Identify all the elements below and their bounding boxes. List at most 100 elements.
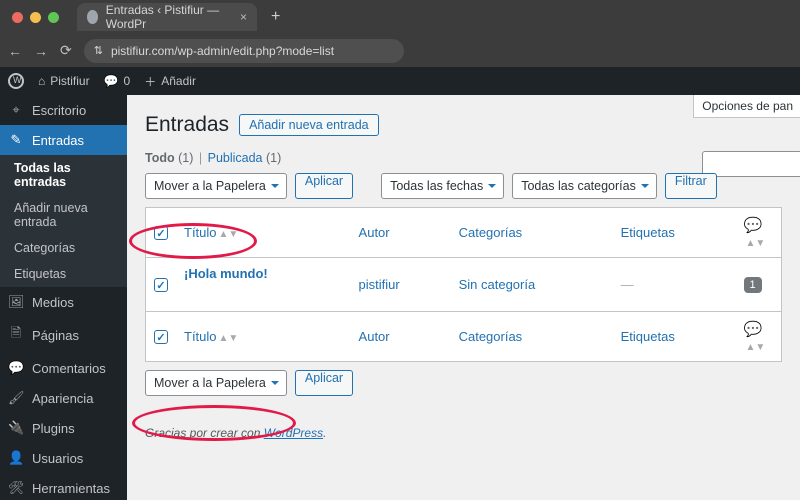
main-content: Opciones de pan Entradas Añadir nueva en… — [127, 95, 800, 500]
filter-all-count: (1) — [178, 151, 193, 165]
post-title-link[interactable]: ¡Hola mundo! — [184, 266, 268, 281]
sort-icon[interactable]: ▲▼ — [746, 342, 766, 353]
url-text: pistifiur.com/wp-admin/edit.php?mode=lis… — [111, 44, 334, 58]
sidebar-item-label: Escritorio — [32, 103, 86, 118]
sidebar-item-posts[interactable]: ✎ Entradas — [0, 125, 127, 155]
submenu-add-post[interactable]: Añadir nueva entrada — [0, 195, 127, 235]
comment-icon: 💬 — [744, 321, 763, 338]
bulk-action-select[interactable]: Mover a la Papelera — [145, 173, 287, 199]
home-icon: ⌂ — [38, 74, 45, 88]
reload-icon[interactable]: ⟳ — [60, 42, 72, 59]
submenu-categories[interactable]: Categorías — [0, 235, 127, 261]
col-categories[interactable]: Categorías — [451, 208, 613, 258]
filter-button[interactable]: Filtrar — [665, 173, 717, 199]
site-settings-icon[interactable]: ⇅ — [94, 44, 103, 57]
filter-published-count: (1) — [266, 151, 281, 165]
sidebar-item-comments[interactable]: 💬 Comentarios — [0, 353, 127, 383]
tab-close-icon[interactable]: × — [240, 10, 247, 24]
select-all-checkbox[interactable]: ✓ — [154, 226, 168, 240]
post-comments-count[interactable]: 1 — [744, 277, 762, 293]
window-close-icon[interactable] — [12, 12, 23, 23]
comment-icon: 💬 — [744, 217, 763, 234]
forward-icon[interactable]: → — [34, 43, 48, 59]
wrench-icon: 🛠 — [8, 480, 24, 496]
category-filter-select[interactable]: Todas las categorías — [512, 173, 657, 199]
page-icon: 🗎 — [8, 324, 24, 346]
browser-toolbar: ← → ⟳ ⇅ pistifiur.com/wp-admin/edit.php?… — [0, 34, 800, 67]
post-tags-value: — — [621, 277, 634, 292]
admin-sidebar: ⌖ Escritorio ✎ Entradas Todas las entradas… — [0, 95, 127, 500]
col-author[interactable]: Autor — [351, 208, 451, 258]
pin-icon: ✎ — [8, 132, 24, 148]
comments-count: 0 — [124, 74, 131, 88]
col-title: Título▲▼ — [176, 208, 351, 258]
media-icon: 🖼 — [8, 294, 24, 310]
post-status-filter: Todo (1) | Publicada (1) — [145, 151, 782, 165]
sidebar-item-media[interactable]: 🖼 Medios — [0, 287, 127, 317]
date-filter-select[interactable]: Todas las fechas — [381, 173, 504, 199]
site-name-text: Pistifiur — [50, 74, 89, 88]
sort-icon[interactable]: ▲▼ — [219, 229, 239, 240]
wp-logo[interactable] — [8, 73, 24, 89]
add-new-link[interactable]: ＋ Añadir — [144, 73, 196, 90]
submenu-tags[interactable]: Etiquetas — [0, 261, 127, 287]
browser-chrome: Entradas ‹ Pistifiur — WordPr × + ← → ⟳ … — [0, 0, 800, 67]
apply-bulk-action-button-bottom[interactable]: Aplicar — [295, 370, 353, 396]
sidebar-item-label: Usuarios — [32, 451, 83, 466]
back-icon[interactable]: ← — [8, 43, 22, 59]
tablenav-bottom: Mover a la Papelera Aplicar — [145, 370, 782, 396]
sidebar-item-label: Entradas — [32, 133, 84, 148]
wordpress-icon — [8, 73, 24, 89]
window-minimize-icon[interactable] — [30, 12, 41, 23]
posts-table: ✓ Título▲▼ Autor Categorías Etiquetas 💬 ▲… — [145, 207, 782, 362]
sort-icon[interactable]: ▲▼ — [219, 333, 239, 344]
address-bar[interactable]: ⇅ pistifiur.com/wp-admin/edit.php?mode=l… — [84, 39, 404, 63]
comments-icon: 💬 — [8, 360, 24, 376]
add-new-label: Añadir — [161, 74, 196, 88]
screen-options-tab[interactable]: Opciones de pan — [693, 95, 800, 118]
sidebar-submenu-posts: Todas las entradas Añadir nueva entrada … — [0, 155, 127, 287]
post-category-link[interactable]: Sin categoría — [459, 277, 536, 292]
table-row: ✓ ¡Hola mundo! pistifiur Sin categoría —… — [146, 258, 782, 312]
filter-published-link[interactable]: Publicada — [208, 151, 263, 165]
site-name-link[interactable]: ⌂ Pistifiur — [38, 74, 90, 88]
sidebar-item-label: Páginas — [32, 328, 79, 343]
bulk-action-select-bottom[interactable]: Mover a la Papelera — [145, 370, 287, 396]
sidebar-item-label: Herramientas — [32, 481, 110, 496]
brush-icon: 🖌 — [8, 390, 24, 406]
select-all-checkbox-bottom[interactable]: ✓ — [154, 330, 168, 344]
sidebar-item-appearance[interactable]: 🖌Apariencia — [0, 383, 127, 413]
sidebar-item-plugins[interactable]: 🔌Plugins — [0, 413, 127, 443]
post-author-link[interactable]: pistifiur — [359, 277, 400, 292]
browser-tab-strip: Entradas ‹ Pistifiur — WordPr × + — [0, 0, 800, 34]
sidebar-item-label: Medios — [32, 295, 74, 310]
apply-bulk-action-button[interactable]: Aplicar — [295, 173, 353, 199]
tablenav-top: Mover a la Papelera Aplicar Todas las fe… — [145, 173, 782, 199]
page-title: Entradas — [145, 113, 229, 137]
sidebar-item-pages[interactable]: 🗎 Páginas — [0, 317, 127, 353]
sidebar-item-users[interactable]: 👤 Usuarios — [0, 443, 127, 473]
comments-link[interactable]: 💬 0 — [104, 74, 131, 88]
sidebar-item-label: Comentarios — [32, 361, 106, 376]
row-checkbox[interactable]: ✓ — [154, 278, 168, 292]
sort-icon[interactable]: ▲▼ — [746, 238, 766, 249]
window-zoom-icon[interactable] — [48, 12, 59, 23]
sidebar-item-dashboard[interactable]: ⌖ Escritorio — [0, 95, 127, 125]
browser-tab[interactable]: Entradas ‹ Pistifiur — WordPr × — [77, 3, 257, 31]
submenu-all-posts[interactable]: Todas las entradas — [0, 155, 127, 195]
footer-credit: Gracias por crear con WordPress. — [145, 426, 782, 440]
window-controls — [12, 12, 59, 23]
plug-icon: 🔌 — [8, 420, 24, 436]
plus-icon: ＋ — [144, 73, 156, 90]
comment-icon: 💬 — [104, 74, 119, 88]
sidebar-item-tools[interactable]: 🛠 Herramientas — [0, 473, 127, 500]
new-tab-button[interactable]: + — [265, 8, 286, 26]
tab-favicon-icon — [87, 10, 98, 24]
wordpress-link[interactable]: WordPress — [264, 426, 323, 440]
dashboard-icon: ⌖ — [8, 102, 24, 118]
col-comments[interactable]: 💬 ▲▼ — [736, 208, 782, 258]
user-icon: 👤 — [8, 450, 24, 466]
add-new-post-button[interactable]: Añadir nueva entrada — [239, 114, 379, 136]
filter-all-label[interactable]: Todo — [145, 151, 175, 165]
col-tags[interactable]: Etiquetas — [613, 208, 736, 258]
